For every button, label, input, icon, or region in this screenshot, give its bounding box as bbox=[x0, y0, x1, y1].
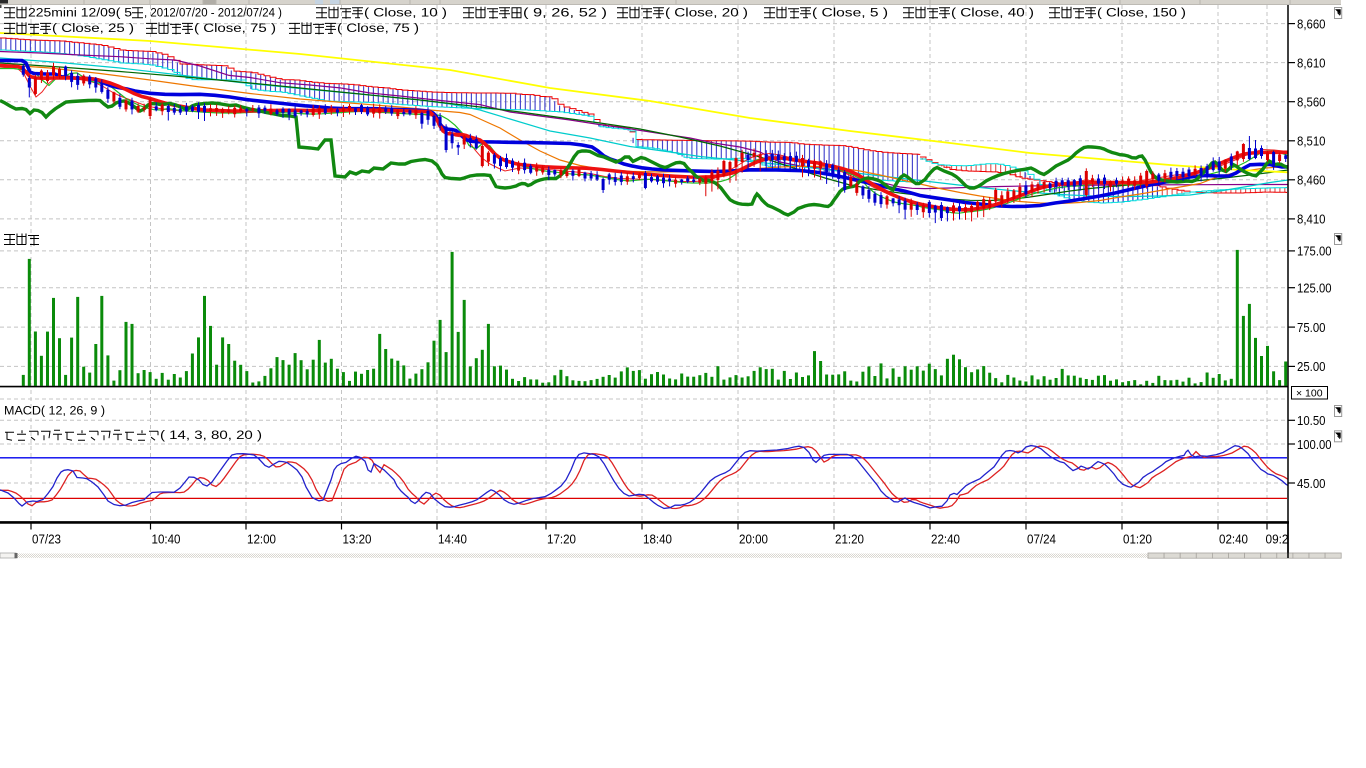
svg-text:( Close, 75 ): ( Close, 75 ) bbox=[194, 21, 276, 35]
svg-text:25.00: 25.00 bbox=[1297, 359, 1326, 374]
svg-text:75.00: 75.00 bbox=[1297, 320, 1326, 335]
svg-text:8,460: 8,460 bbox=[1297, 173, 1326, 188]
svg-text:× 100: × 100 bbox=[1296, 387, 1323, 399]
svg-text:( 9, 26, 52 ): ( 9, 26, 52 ) bbox=[523, 5, 607, 19]
svg-text:01:20: 01:20 bbox=[1123, 532, 1152, 547]
svg-text:12:00: 12:00 bbox=[247, 532, 276, 547]
svg-text:, 2012/07/20 - 2012/07/24 ): , 2012/07/20 - 2012/07/24 ) bbox=[144, 5, 282, 19]
svg-text:8,560: 8,560 bbox=[1297, 95, 1326, 110]
svg-text:( Close, 20 ): ( Close, 20 ) bbox=[665, 5, 748, 19]
svg-text:100.00: 100.00 bbox=[1297, 437, 1332, 452]
svg-text:( Close, 10 ): ( Close, 10 ) bbox=[364, 5, 447, 19]
svg-text:8,510: 8,510 bbox=[1297, 134, 1326, 149]
svg-text:10:40: 10:40 bbox=[152, 532, 181, 547]
svg-text:02:40: 02:40 bbox=[1219, 532, 1248, 547]
svg-text:( Close, 25 ): ( Close, 25 ) bbox=[52, 21, 134, 35]
svg-text:07/23: 07/23 bbox=[32, 532, 61, 547]
svg-text:13:20: 13:20 bbox=[343, 532, 372, 547]
svg-text:( Close, 150 ): ( Close, 150 ) bbox=[1097, 5, 1186, 19]
svg-text:MACD( 12, 26, 9 ): MACD( 12, 26, 9 ) bbox=[4, 404, 105, 418]
svg-text:21:20: 21:20 bbox=[835, 532, 864, 547]
svg-text:( 14, 3, 80, 20 ): ( 14, 3, 80, 20 ) bbox=[160, 428, 262, 442]
svg-text:14:40: 14:40 bbox=[438, 532, 467, 547]
svg-text:17:20: 17:20 bbox=[547, 532, 576, 547]
svg-text:8,610: 8,610 bbox=[1297, 55, 1326, 70]
svg-text:20:00: 20:00 bbox=[739, 532, 768, 547]
svg-text:125.00: 125.00 bbox=[1297, 281, 1332, 296]
svg-text:10.50: 10.50 bbox=[1297, 413, 1326, 428]
svg-text:( Close, 75 ): ( Close, 75 ) bbox=[337, 21, 419, 35]
svg-text:18:40: 18:40 bbox=[643, 532, 672, 547]
svg-text:( Close, 40 ): ( Close, 40 ) bbox=[951, 5, 1034, 19]
svg-text:8,660: 8,660 bbox=[1297, 16, 1326, 31]
svg-text:8,410: 8,410 bbox=[1297, 212, 1326, 227]
svg-text:225mini 12/09( 5: 225mini 12/09( 5 bbox=[28, 5, 132, 19]
svg-text:09:2: 09:2 bbox=[1266, 532, 1289, 547]
svg-text:07/24: 07/24 bbox=[1027, 532, 1056, 547]
svg-text:22:40: 22:40 bbox=[931, 532, 960, 547]
svg-text:175.00: 175.00 bbox=[1297, 244, 1332, 259]
svg-text:45.00: 45.00 bbox=[1297, 476, 1326, 491]
svg-text:( Close, 5 ): ( Close, 5 ) bbox=[812, 5, 888, 19]
